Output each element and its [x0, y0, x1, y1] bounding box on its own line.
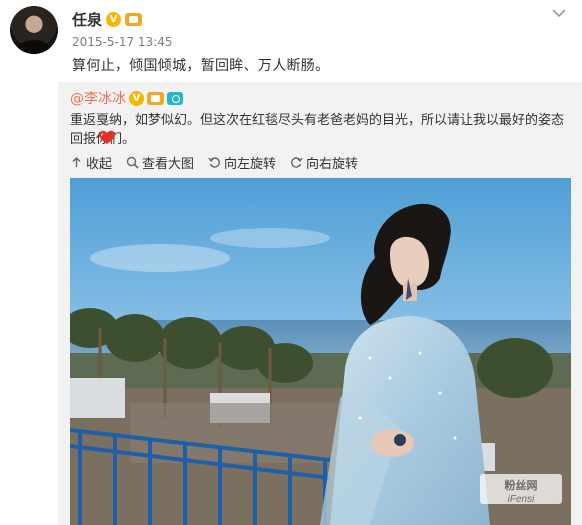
collapse-arrow-icon — [72, 157, 81, 167]
repost-photo[interactable]: 粉丝网 iFensi — [70, 178, 571, 525]
view-large-button[interactable]: 查看大图 — [126, 153, 194, 172]
collapse-button[interactable]: 收起 — [70, 153, 112, 172]
weibo-post: 任泉 V 2015-5-17 13:45 算何止，倾国倾城，暂回眸、万人断肠。 … — [0, 0, 582, 525]
post-text: 算何止，倾国倾城，暂回眸、万人断肠。 — [72, 58, 330, 74]
svg-text:iFensi: iFensi — [508, 494, 535, 505]
chevron-down-icon[interactable] — [550, 6, 568, 20]
cannes-photo-image: 粉丝网 iFensi — [70, 178, 571, 525]
rotate-left-icon — [208, 157, 220, 168]
post-timestamp[interactable]: 2015-5-17 13:45 — [72, 35, 173, 49]
repost-author: @李冰冰 V — [70, 88, 183, 108]
avatar[interactable] — [10, 6, 58, 54]
vip-badge-icon[interactable] — [125, 13, 143, 26]
rotate-right-button[interactable]: 向右旋转 — [290, 153, 358, 172]
magnify-icon — [126, 156, 139, 169]
repost-block: @李冰冰 V 重返戛纳，如梦似幻。但这次在红毯尽头有老爸老妈的目光，所以请让我以… — [58, 82, 582, 525]
rotate-right-label: 向右旋转 — [306, 157, 359, 172]
svg-text:粉丝网: 粉丝网 — [505, 478, 538, 492]
repost-author-name[interactable]: @李冰冰 — [70, 88, 126, 108]
post-author: 任泉 V — [72, 9, 143, 30]
media-actions: 收起 查看大图 向左旋转 向右旋转 — [70, 153, 358, 172]
camera-badge-icon[interactable] — [167, 91, 183, 105]
rotate-left-button[interactable]: 向左旋转 — [208, 153, 276, 172]
collapse-label: 收起 — [86, 157, 113, 172]
verified-badge-icon: V — [106, 12, 122, 27]
view-large-label: 查看大图 — [142, 157, 195, 172]
repost-text: 重返戛纳，如梦似幻。但这次在红毯尽头有老爸老妈的目光，所以请让我以最好的姿态回报… — [70, 113, 565, 147]
vip-badge-icon[interactable] — [147, 91, 164, 105]
heart-emoji-icon — [99, 130, 115, 144]
rotate-right-icon — [291, 157, 303, 168]
author-name[interactable]: 任泉 — [72, 9, 102, 30]
rotate-left-label: 向左旋转 — [224, 157, 277, 172]
verified-badge-icon: V — [129, 90, 144, 106]
